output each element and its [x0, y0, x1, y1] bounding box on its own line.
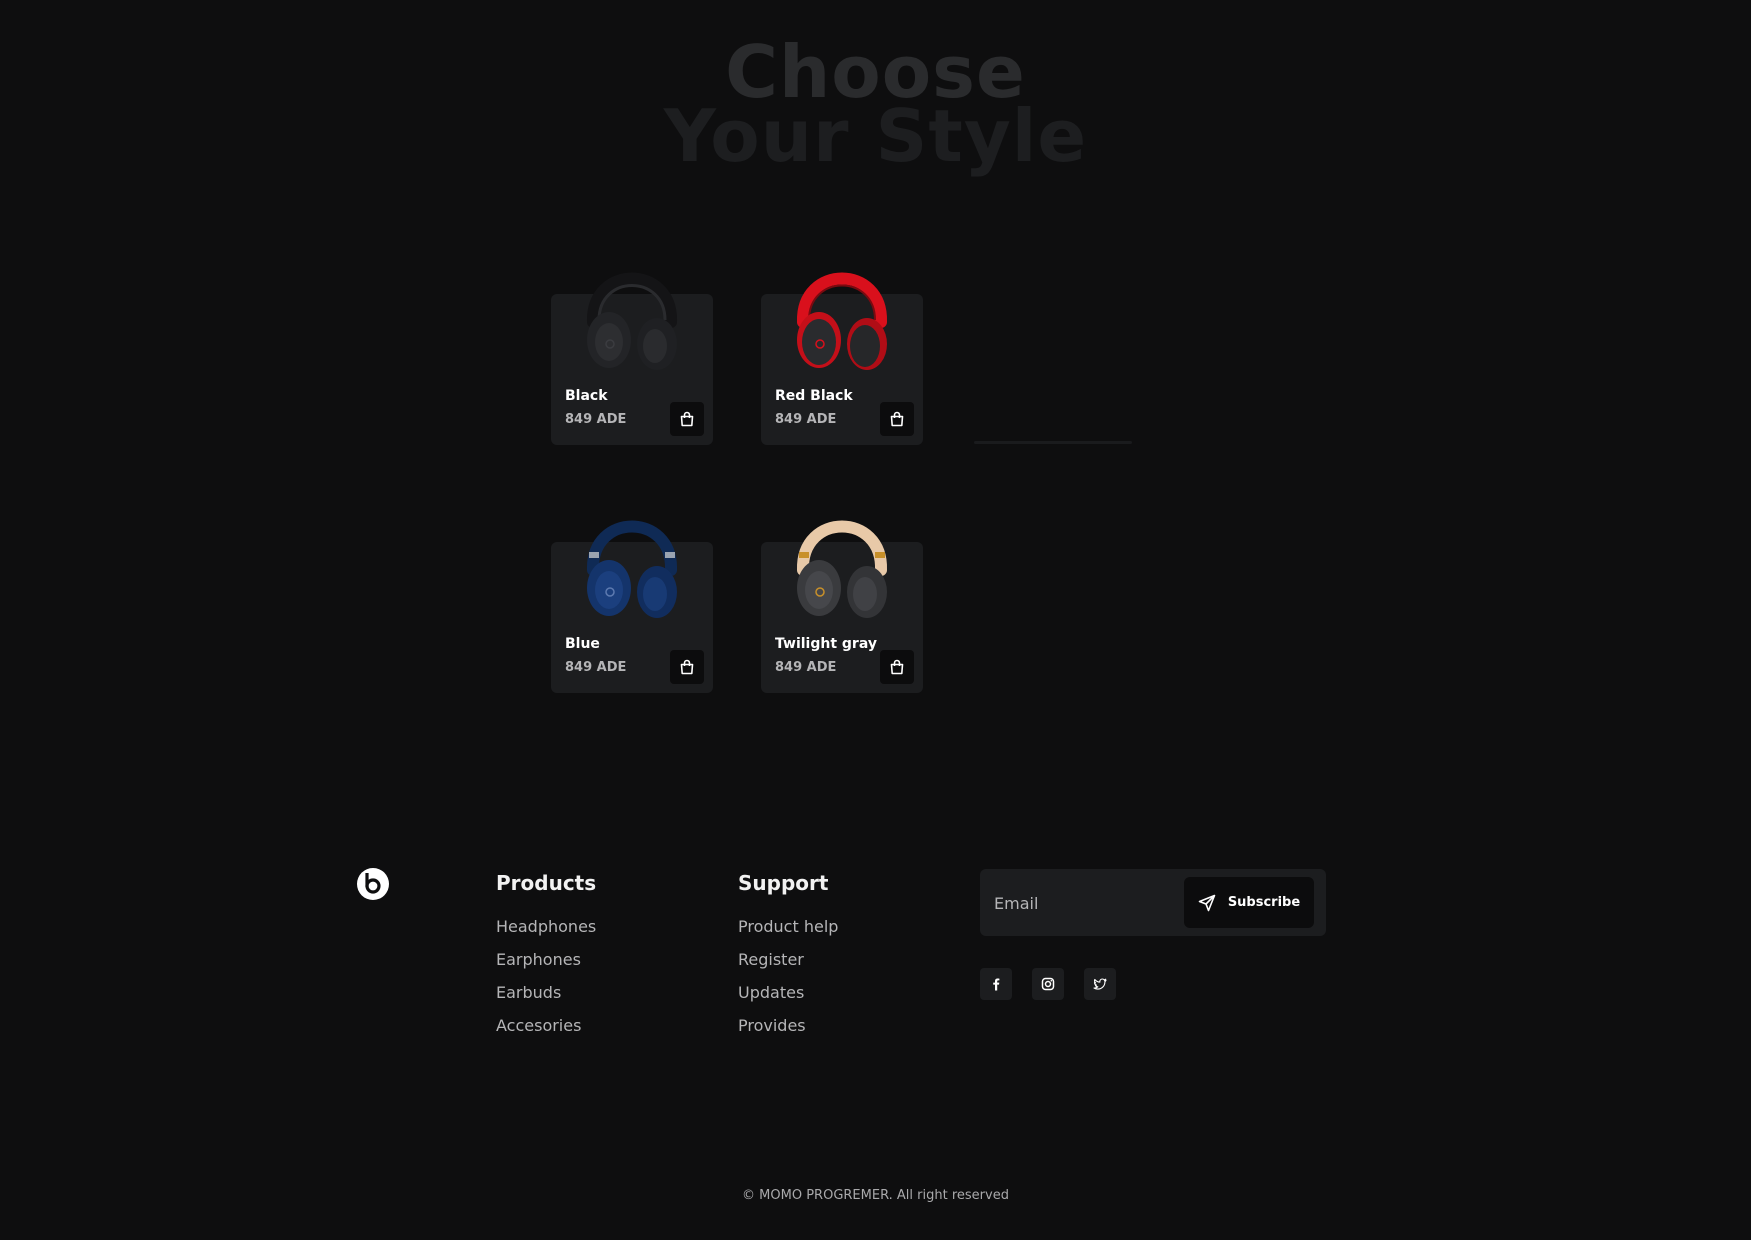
shopping-bag-icon	[680, 659, 694, 675]
heading-line-2: Your Style	[663, 94, 1088, 178]
beats-logo-icon	[357, 868, 389, 900]
shopping-bag-icon	[680, 411, 694, 427]
product-price: 849 ADE	[775, 660, 837, 675]
headphones-blue-image	[586, 520, 678, 618]
page-heading: Choose Your Style	[0, 36, 1751, 178]
footer-link-earbuds[interactable]: Earbuds	[496, 983, 561, 1002]
product-name: Twilight gray	[775, 636, 877, 652]
add-to-cart-button[interactable]	[880, 650, 914, 684]
headphones-twilight-gray-image	[796, 520, 888, 618]
facebook-icon	[993, 978, 1000, 991]
footer-link-product-help[interactable]: Product help	[738, 917, 838, 936]
product-card-red-black[interactable]: Red Black 849 ADE	[761, 272, 923, 445]
product-name: Blue	[565, 636, 600, 652]
footer-link-register[interactable]: Register	[738, 950, 804, 969]
add-to-cart-button[interactable]	[880, 402, 914, 436]
faded-card-edge	[974, 441, 1132, 444]
twitter-button[interactable]	[1084, 968, 1116, 1000]
instagram-button[interactable]	[1032, 968, 1064, 1000]
twitter-icon	[1093, 978, 1107, 990]
headphones-black-image	[586, 272, 678, 370]
product-name: Red Black	[775, 388, 853, 404]
shopping-bag-icon	[890, 411, 904, 427]
product-price: 849 ADE	[565, 412, 627, 427]
subscribe-label: Subscribe	[1227, 895, 1301, 910]
product-card-twilight-gray[interactable]: Twilight gray 849 ADE	[761, 520, 923, 693]
add-to-cart-button[interactable]	[670, 402, 704, 436]
support-column-title: Support	[738, 871, 829, 895]
footer-link-headphones[interactable]: Headphones	[496, 917, 596, 936]
product-name: Black	[565, 388, 608, 404]
newsletter-form: Subscribe	[980, 869, 1326, 936]
shopping-bag-icon	[890, 659, 904, 675]
subscribe-button[interactable]: Subscribe	[1184, 877, 1314, 928]
send-icon	[1198, 894, 1216, 911]
products-column-title: Products	[496, 871, 597, 895]
product-card-blue[interactable]: Blue 849 ADE	[551, 520, 713, 693]
add-to-cart-button[interactable]	[670, 650, 704, 684]
footer-link-provides[interactable]: Provides	[738, 1016, 806, 1035]
headphones-red-black-image	[796, 272, 888, 370]
footer-link-earphones[interactable]: Earphones	[496, 950, 581, 969]
facebook-button[interactable]	[980, 968, 1012, 1000]
footer-link-updates[interactable]: Updates	[738, 983, 804, 1002]
email-input[interactable]	[992, 887, 1176, 919]
product-price: 849 ADE	[775, 412, 837, 427]
instagram-icon	[1041, 977, 1055, 991]
product-price: 849 ADE	[565, 660, 627, 675]
footer-link-accesories[interactable]: Accesories	[496, 1016, 581, 1035]
product-card-black[interactable]: Black 849 ADE	[551, 272, 713, 445]
copyright-text: © MOMO PROGREMER. All right reserved	[742, 1188, 1009, 1203]
